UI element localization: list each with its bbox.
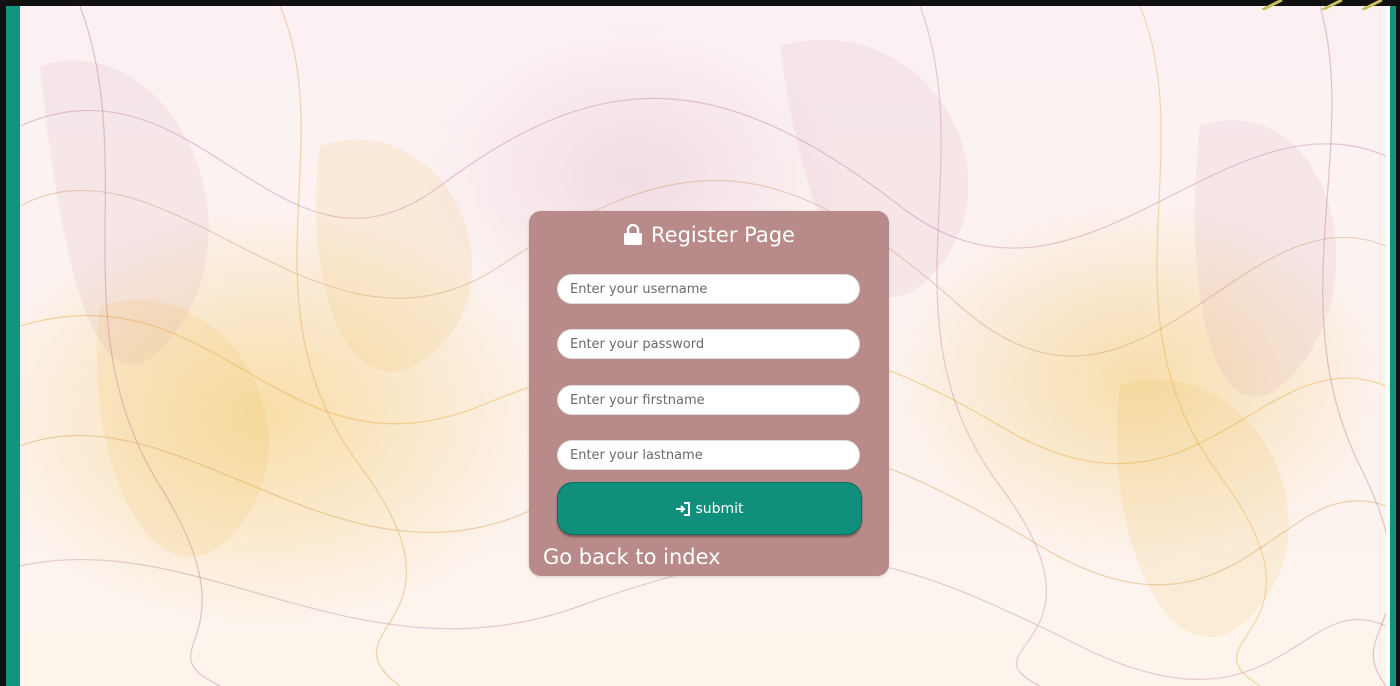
- username-input[interactable]: [557, 274, 860, 304]
- sign-in-icon: [676, 501, 691, 516]
- left-accent-stripe: [6, 6, 20, 686]
- register-card: Register Page submit Go back to index: [529, 211, 889, 576]
- firstname-input[interactable]: [557, 385, 860, 415]
- register-title-text: Register Page: [651, 223, 795, 247]
- submit-button[interactable]: submit: [557, 482, 862, 535]
- back-to-index-link[interactable]: Go back to index: [543, 545, 721, 569]
- right-accent-stripe: [1390, 6, 1396, 686]
- lock-icon: [624, 224, 642, 245]
- register-title: Register Page: [529, 223, 889, 247]
- submit-label: submit: [695, 500, 744, 517]
- corner-decoration: [1262, 0, 1383, 10]
- password-input[interactable]: [557, 329, 860, 359]
- lastname-input[interactable]: [557, 440, 860, 470]
